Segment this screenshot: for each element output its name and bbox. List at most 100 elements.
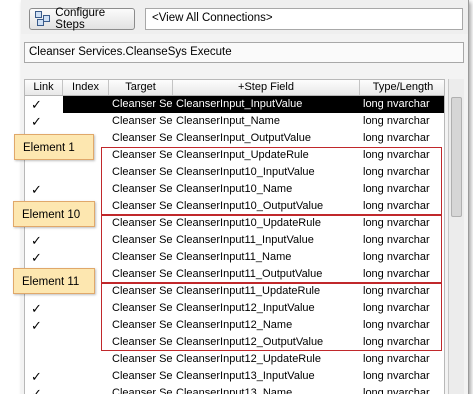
cell-type: long nvarchar — [363, 302, 430, 314]
element-10-callout: Element 10 — [13, 201, 95, 227]
cell-type: long nvarchar — [363, 234, 430, 246]
cell-index — [63, 181, 109, 198]
cell-field: CleanserInput11_UpdateRule — [176, 285, 321, 297]
cell-field: CleanserInput12_InputValue — [176, 302, 315, 314]
table-row[interactable]: ✓ Cleanser Ser CleanserInput12_InputValue l… — [25, 300, 444, 317]
cell-type: long nvarchar — [363, 132, 430, 144]
cell-field: CleanserInput12_UpdateRule — [176, 353, 321, 365]
cell-target: Cleanser Ser — [112, 183, 173, 195]
cell-field: CleanserInput11_InputValue — [176, 234, 314, 246]
cell-link[interactable] — [25, 164, 63, 181]
vertical-scrollbar[interactable] — [448, 79, 464, 398]
cell-target: Cleanser Ser — [112, 149, 173, 161]
cell-type: long nvarchar — [363, 285, 430, 297]
cell-type: long nvarchar — [363, 268, 430, 280]
cell-link[interactable]: ✓ — [25, 300, 63, 317]
cell-target: Cleanser Ser — [112, 268, 173, 280]
cell-index — [63, 113, 109, 130]
cell-target: Cleanser Ser — [112, 319, 173, 331]
cell-index — [63, 317, 109, 334]
cell-index — [63, 164, 109, 181]
table-row[interactable]: ✓ Cleanser Ser CleanserInput11_InputValue l… — [25, 232, 444, 249]
table-row[interactable]: ✓ Cleanser Ser CleanserInput_Name long nvar… — [25, 113, 444, 130]
cell-link[interactable]: ✓ — [25, 96, 63, 113]
cell-field: CleanserInput_UpdateRule — [176, 149, 309, 161]
cell-field: CleanserInput11_Name — [176, 251, 292, 263]
connections-select[interactable]: <View All Connections> — [145, 8, 463, 30]
cell-target: Cleanser Ser — [112, 200, 173, 212]
table-row[interactable]: Cleanser Ser CleanserInput12_OutputValue l… — [25, 334, 444, 351]
table-row[interactable]: ✓ Cleanser Ser CleanserInput11_Name long nv… — [25, 249, 444, 266]
cell-field: CleanserInput10_UpdateRule — [176, 217, 321, 229]
table-row[interactable]: Cleanser Ser CleanserInput12_UpdateRule lo… — [25, 351, 444, 368]
cell-type: long nvarchar — [363, 251, 430, 263]
cell-link[interactable] — [25, 351, 63, 368]
cell-target: Cleanser Ser — [109, 96, 173, 113]
cell-field: CleanserInput10_OutputValue — [176, 200, 324, 212]
cell-type: long nvarchar — [363, 370, 430, 382]
column-header-link[interactable]: Link — [25, 80, 63, 95]
cell-type: long nvarchar — [360, 96, 444, 113]
configure-steps-label: Configure Steps — [55, 7, 106, 31]
cell-link[interactable]: ✓ — [25, 113, 63, 130]
grid-header: Link Index Target +Step Field Type/Lengt… — [25, 80, 444, 96]
table-row[interactable]: ✓ Cleanser Ser CleanserInput_InputValue lon… — [25, 96, 444, 113]
cell-link[interactable]: ✓ — [25, 368, 63, 385]
cell-target: Cleanser Ser — [112, 217, 173, 229]
cell-link[interactable]: ✓ — [25, 232, 63, 249]
cell-field: CleanserInput10_InputValue — [176, 166, 315, 178]
service-name-field: Cleanser Services.CleanseSys Execute — [24, 42, 464, 63]
cell-field: CleanserInput_Name — [176, 115, 280, 127]
configure-steps-button[interactable]: Configure Steps — [29, 7, 135, 31]
cell-type: long nvarchar — [363, 353, 430, 365]
cell-field: CleanserInput13_InputValue — [176, 370, 315, 382]
cell-index — [63, 249, 109, 266]
cell-index — [63, 351, 109, 368]
column-header-type-length[interactable]: Type/Length — [360, 80, 444, 95]
cell-link[interactable]: ✓ — [25, 249, 63, 266]
cell-type: long nvarchar — [363, 149, 430, 161]
cell-target: Cleanser Ser — [112, 336, 173, 348]
cell-type: long nvarchar — [363, 200, 430, 212]
cell-target: Cleanser Ser — [112, 370, 173, 382]
table-row[interactable]: ✓ Cleanser Ser CleanserInput13_InputValue l… — [25, 368, 444, 385]
cell-link[interactable]: ✓ — [25, 181, 63, 198]
cell-link[interactable] — [25, 334, 63, 351]
step-field-grid: Link Index Target +Step Field Type/Lengt… — [24, 79, 445, 398]
cell-type: long nvarchar — [363, 115, 430, 127]
cell-type: long nvarchar — [363, 319, 430, 331]
scrollbar-thumb[interactable] — [451, 97, 462, 217]
cell-index — [63, 368, 109, 385]
cell-target: Cleanser Ser — [112, 115, 173, 127]
cell-target: Cleanser Ser — [112, 285, 173, 297]
cell-target: Cleanser Ser — [112, 353, 173, 365]
connection-window: Configure Steps <View All Connections> C… — [21, 0, 469, 398]
cell-field: CleanserInput12_OutputValue — [176, 336, 324, 348]
column-header-target[interactable]: Target — [109, 80, 173, 95]
column-header-step-field[interactable]: +Step Field — [173, 80, 360, 95]
cell-target: Cleanser Ser — [112, 234, 173, 246]
element-11-callout: Element 11 — [13, 268, 95, 294]
configure-steps-icon — [35, 11, 50, 27]
table-row[interactable]: ✓ Cleanser Ser CleanserInput10_Name long nv… — [25, 181, 444, 198]
table-row[interactable]: ✓ Cleanser Ser CleanserInput12_Name long nv… — [25, 317, 444, 334]
cell-index — [63, 334, 109, 351]
cell-index — [63, 96, 109, 113]
cell-target: Cleanser Ser — [112, 166, 173, 178]
cell-field: CleanserInput_InputValue — [173, 96, 360, 113]
cell-type: long nvarchar — [363, 217, 430, 229]
cell-type: long nvarchar — [363, 183, 430, 195]
cell-field: CleanserInput_OutputValue — [176, 132, 311, 144]
table-row[interactable]: Cleanser Ser CleanserInput10_InputValue lo… — [25, 164, 444, 181]
cell-field: CleanserInput12_Name — [176, 319, 293, 331]
cell-field: CleanserInput10_Name — [176, 183, 293, 195]
column-header-index[interactable]: Index — [63, 80, 109, 95]
cell-type: long nvarchar — [363, 336, 430, 348]
cell-index — [63, 300, 109, 317]
cell-field: CleanserInput11_OutputValue — [176, 268, 323, 280]
cell-target: Cleanser Ser — [112, 132, 173, 144]
cell-link[interactable]: ✓ — [25, 317, 63, 334]
torn-edge — [0, 394, 473, 405]
cell-target: Cleanser Ser — [112, 251, 173, 263]
cell-index — [63, 232, 109, 249]
